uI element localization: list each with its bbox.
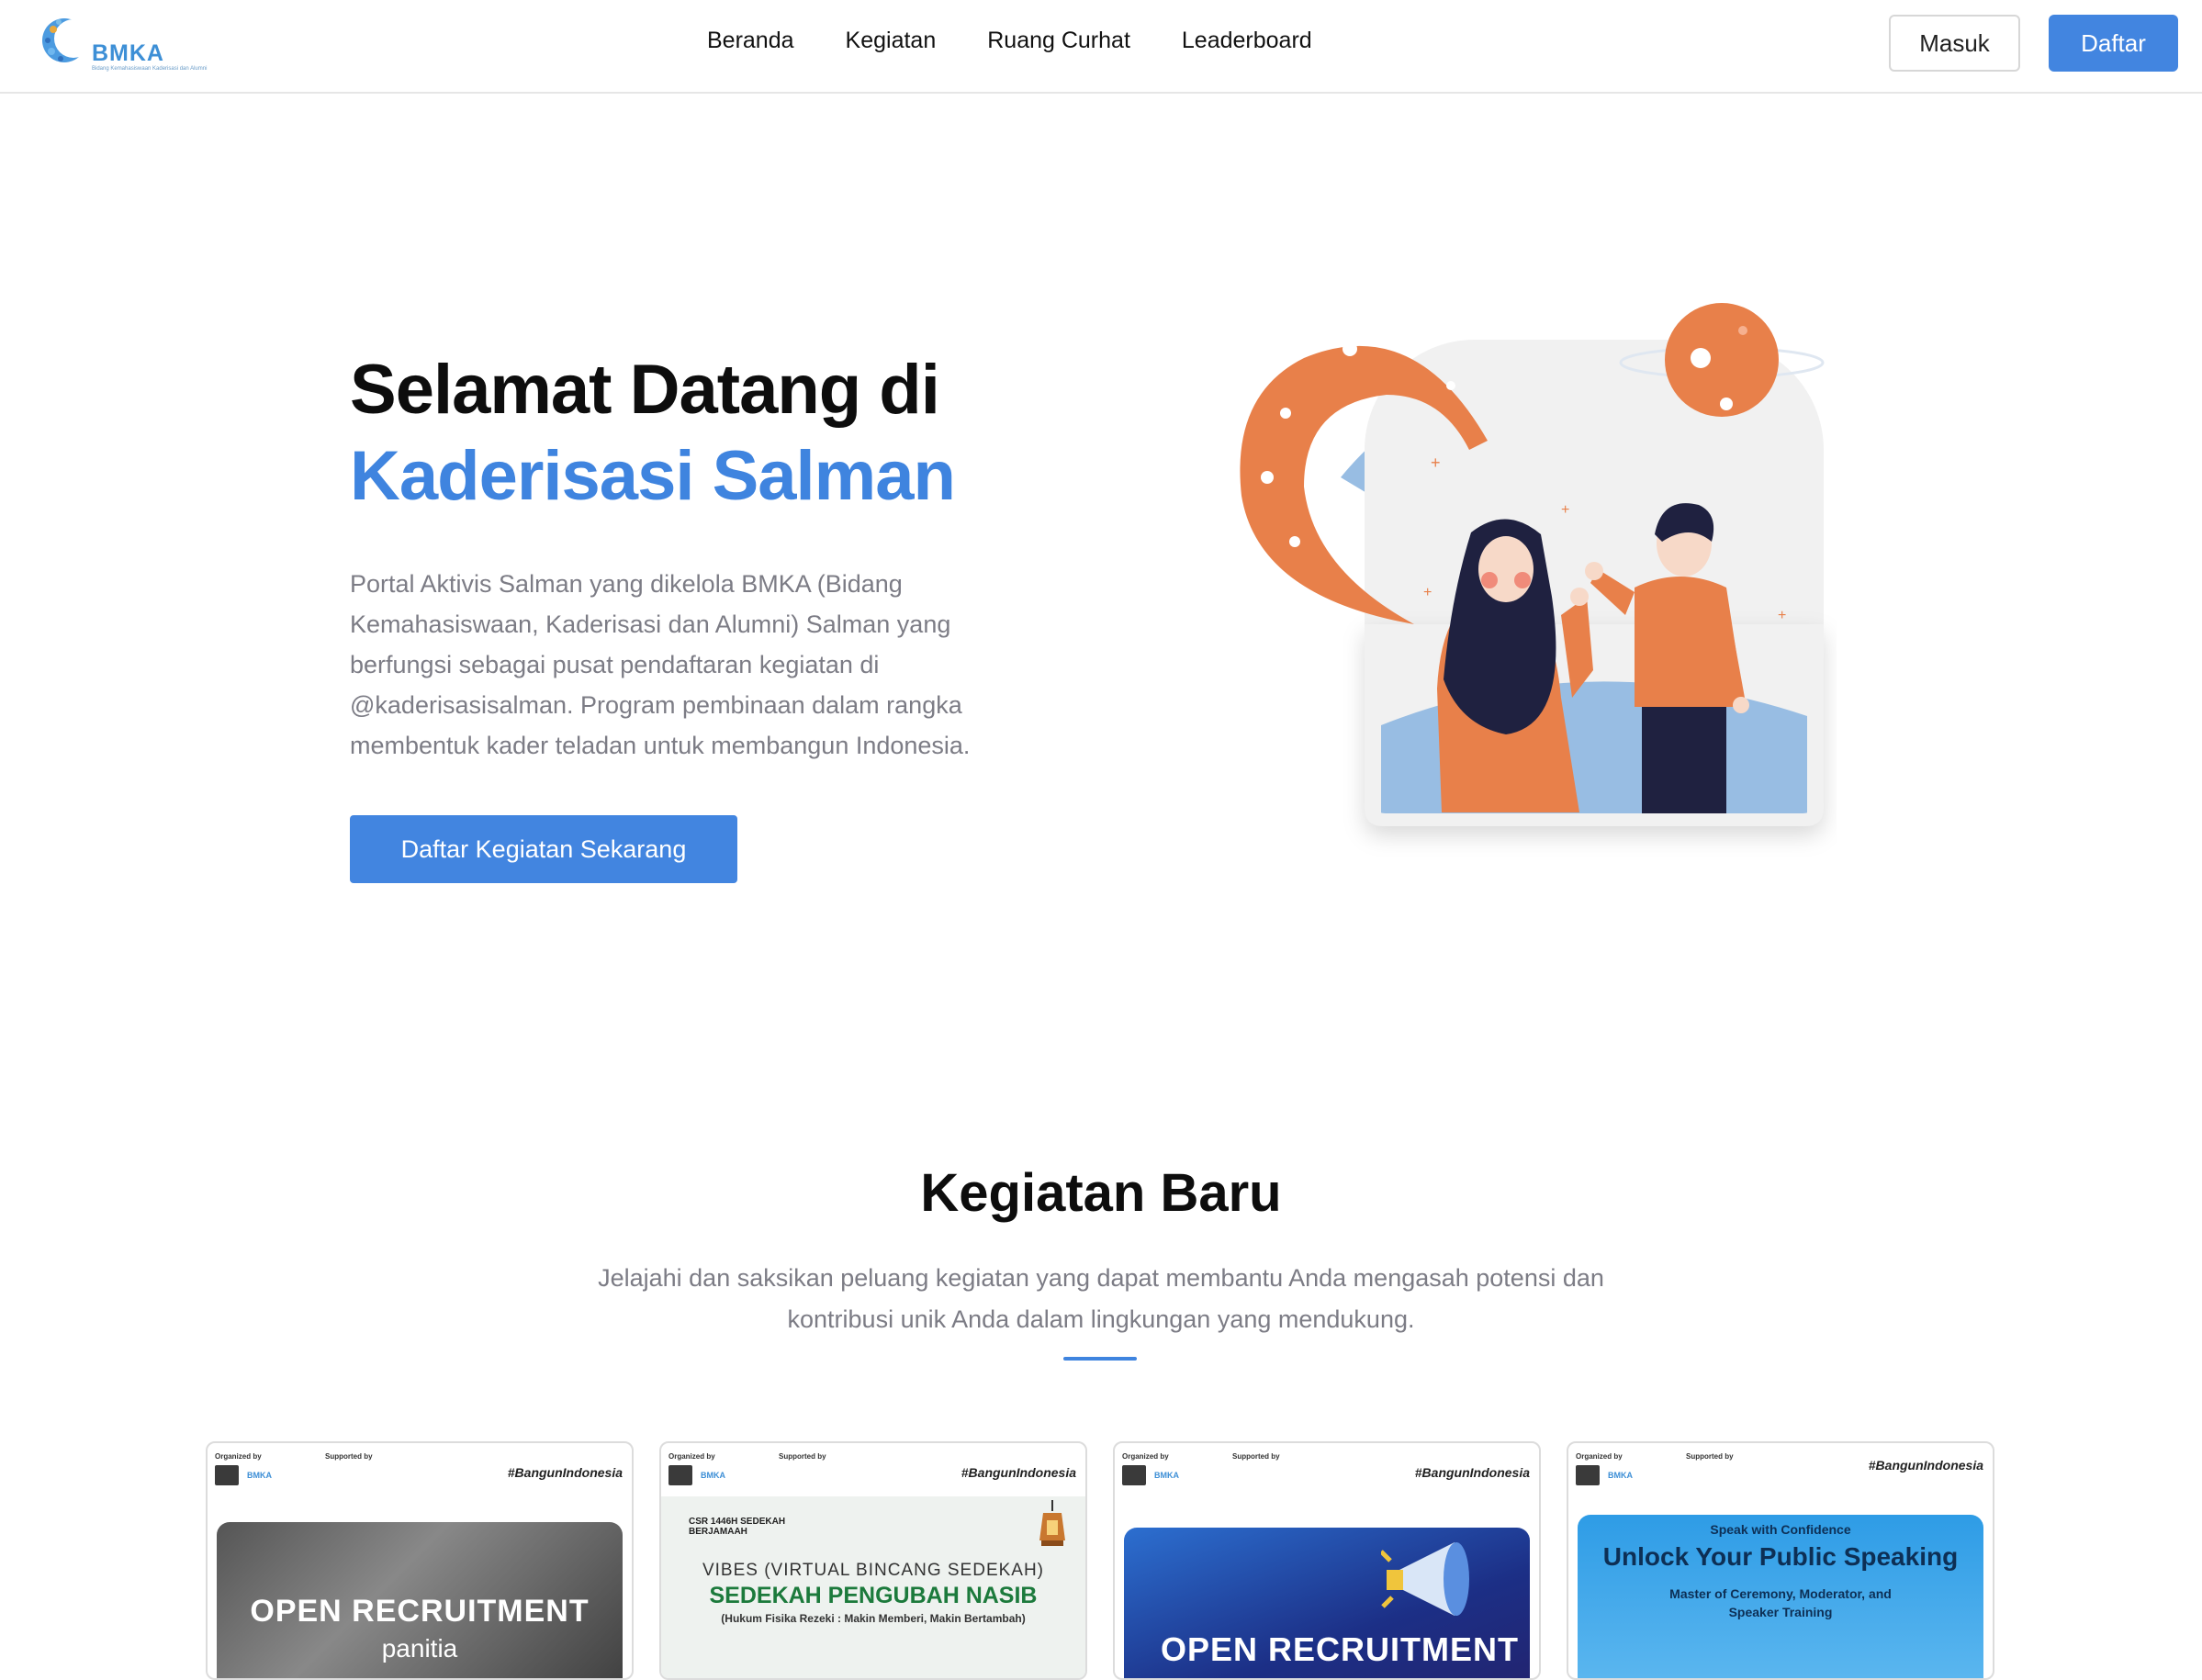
poster-subline: panitia (381, 1634, 458, 1663)
card-header: Organized by Supported by BMKA #BangunIn… (1576, 1452, 1985, 1498)
poster-kicker: CSR 1446H SEDEKAH BERJAMAAH (689, 1517, 786, 1537)
card-poster: CSR 1446H SEDEKAH BERJAMAAH VIBES (VIRTU… (661, 1496, 1085, 1678)
salman-logo-icon (668, 1465, 692, 1485)
svg-text:+: + (1561, 502, 1569, 518)
poster-eyebrow: VIBES (VIRTUAL BINCANG SEDEKAH) (702, 1561, 1045, 1580)
nav-link-ruang-curhat[interactable]: Ruang Curhat (987, 28, 1130, 54)
salman-logo-icon (215, 1465, 239, 1485)
supported-by-label: Supported by (779, 1452, 826, 1461)
organized-by-label: Organized by (215, 1452, 262, 1461)
poster-subline: Master of Ceremony, Moderator, and Speak… (1669, 1586, 1892, 1619)
card-poster: OPEN RECRUITMENT (1124, 1528, 1530, 1678)
bmka-mini-logo: BMKA (1154, 1471, 1179, 1480)
card-header: Organized by Supported by BMKA #BangunIn… (215, 1452, 624, 1498)
megaphone-icon (1381, 1542, 1469, 1616)
organized-by-label: Organized by (668, 1452, 715, 1461)
partner-logos: BMKA (215, 1465, 275, 1485)
partner-logos: BMKA (1576, 1465, 1635, 1485)
section-divider (1063, 1357, 1137, 1361)
section-title: Kegiatan Baru (920, 1163, 1282, 1223)
hero-title: Selamat Datang di Kaderisasi Salman (350, 347, 956, 520)
poster-subline: (Hukum Fisika Rezeki : Makin Memberi, Ma… (721, 1612, 1026, 1625)
nav-links: Beranda Kegiatan Ruang Curhat Leaderboar… (707, 28, 1312, 54)
card-hashtag: #BangunIndonesia (507, 1465, 623, 1480)
hero-title-line2: Kaderisasi Salman (350, 437, 956, 515)
svg-text:+: + (1431, 454, 1441, 472)
bmka-logo[interactable]: BMKA Bidang Kemahasiswaan Kaderisasi dan… (40, 13, 207, 72)
card-hashtag: #BangunIndonesia (961, 1465, 1076, 1480)
activity-card[interactable]: Organized by Supported by BMKA #BangunIn… (1567, 1441, 1994, 1680)
nav-link-kegiatan[interactable]: Kegiatan (846, 28, 937, 54)
partner-logos: BMKA (668, 1465, 728, 1485)
poster-headline: OPEN RECRUITMENT (1161, 1630, 1520, 1668)
svg-text:+: + (1778, 608, 1786, 623)
card-hashtag: #BangunIndonesia (1868, 1458, 1983, 1473)
supported-by-label: Supported by (325, 1452, 373, 1461)
supported-by-label: Supported by (1232, 1452, 1280, 1461)
card-header: Organized by Supported by BMKA #BangunIn… (1122, 1452, 1532, 1498)
organized-by-label: Organized by (1576, 1452, 1623, 1461)
salman-logo-icon (1122, 1465, 1146, 1485)
top-navbar: BMKA Bidang Kemahasiswaan Kaderisasi dan… (0, 0, 2202, 94)
logo-subtitle: Bidang Kemahasiswaan Kaderisasi dan Alum… (92, 66, 208, 72)
logo-text: BMKA (92, 40, 164, 66)
activity-card[interactable]: Organized by Supported by BMKA #BangunIn… (1113, 1441, 1541, 1680)
bmka-mini-logo: BMKA (247, 1471, 272, 1480)
login-button[interactable]: Masuk (1889, 15, 2020, 72)
poster-headline: Unlock Your Public Speaking (1602, 1542, 1959, 1571)
bmka-logo-icon (42, 18, 93, 62)
hero-title-line1: Selamat Datang di (350, 351, 940, 429)
bmka-mini-logo: BMKA (1608, 1471, 1633, 1480)
card-poster: Speak with Confidence Unlock Your Public… (1578, 1515, 1983, 1678)
nav-link-leaderboard[interactable]: Leaderboard (1182, 28, 1312, 54)
svg-text:+: + (1423, 585, 1432, 600)
hero-description: Portal Aktivis Salman yang dikelola BMKA… (350, 570, 971, 759)
activity-card[interactable]: Organized by Supported by BMKA #BangunIn… (659, 1441, 1087, 1680)
nav-link-beranda[interactable]: Beranda (707, 28, 794, 54)
card-poster: OPEN RECRUITMENT panitia (217, 1522, 623, 1678)
card-hashtag: #BangunIndonesia (1414, 1465, 1530, 1480)
lantern-icon (1039, 1500, 1065, 1546)
card-header: Organized by Supported by BMKA #BangunIn… (668, 1452, 1078, 1498)
section-subtitle: Jelajahi dan saksikan peluang kegiatan y… (598, 1264, 1604, 1333)
poster-kicker: Speak with Confidence (1710, 1522, 1851, 1537)
register-activity-button[interactable]: Daftar Kegiatan Sekarang (350, 815, 737, 883)
bmka-mini-logo: BMKA (701, 1471, 725, 1480)
poster-headline: SEDEKAH PENGUBAH NASIB (709, 1583, 1038, 1608)
register-button[interactable]: Daftar (2049, 15, 2178, 72)
activity-card[interactable]: Organized by Supported by BMKA #BangunIn… (206, 1441, 634, 1680)
supported-by-label: Supported by (1686, 1452, 1734, 1461)
salman-logo-icon (1576, 1465, 1600, 1485)
poster-headline: OPEN RECRUITMENT (250, 1594, 590, 1629)
hero-illustration: + + + + (1240, 303, 1825, 826)
partner-logos: BMKA (1122, 1465, 1182, 1485)
organized-by-label: Organized by (1122, 1452, 1169, 1461)
